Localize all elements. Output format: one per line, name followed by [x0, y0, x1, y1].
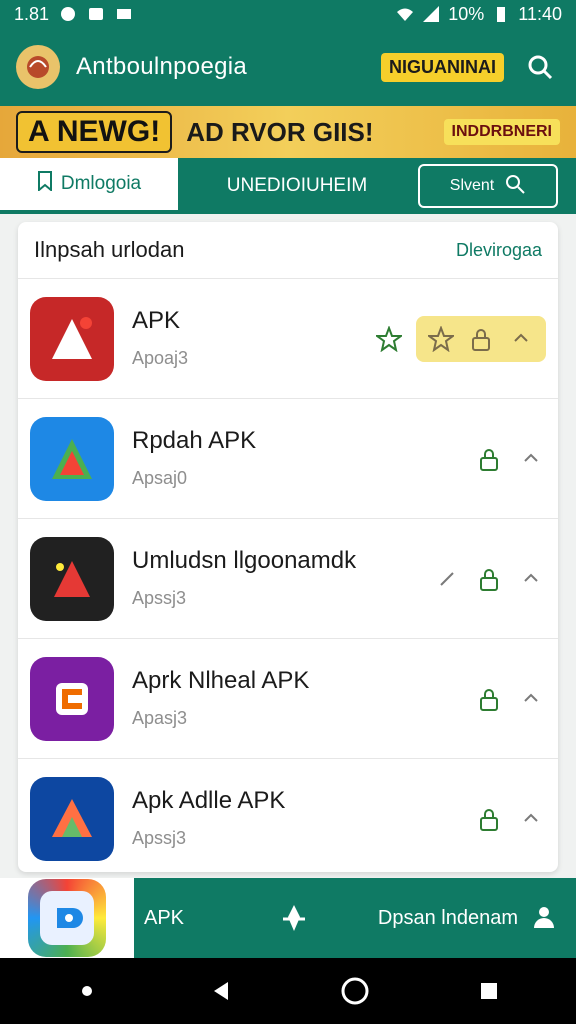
app-icon: [30, 776, 114, 861]
app-subtitle: Apoaj3: [132, 348, 189, 369]
app-name: Rpdah APK: [132, 426, 257, 454]
overview-icon[interactable]: [467, 969, 511, 1013]
lock-icon[interactable]: [474, 564, 504, 594]
chevron-up-icon[interactable]: [516, 804, 546, 834]
tab-secondary[interactable]: UNEDIOIUHEIM: [178, 158, 416, 214]
tab-secondary-label: UNEDIOIUHEIM: [226, 175, 368, 196]
app-subtitle: Apasj3: [132, 708, 188, 729]
bottom-app-tile[interactable]: [0, 878, 134, 958]
lock-icon[interactable]: [466, 324, 496, 354]
list-item[interactable]: Apk Adlle APK Apssj3: [18, 758, 558, 872]
section-action[interactable]: Dlevirogaa: [456, 240, 542, 261]
status-time: 11:40: [518, 3, 562, 24]
chevron-up-icon[interactable]: [516, 444, 546, 474]
nav-right: Dpsan lndenam: [378, 902, 558, 935]
status-left: 1.81: [14, 4, 133, 25]
bottom-navigation: APK Dpsan lndenam: [0, 878, 576, 958]
lock-icon[interactable]: [474, 684, 504, 714]
search-button[interactable]: [520, 47, 560, 87]
header-right: NIGUANINAI: [381, 47, 560, 87]
app-icon: [30, 536, 114, 621]
row-text: Rpdah APK Apsaj0: [132, 426, 462, 489]
header-promo[interactable]: NIGUANINAI: [381, 52, 504, 82]
row-actions: [474, 444, 546, 474]
app-title: Antboulnpoegia: [76, 53, 248, 80]
app-logo-icon[interactable]: [16, 45, 60, 89]
row-text: Aprk Nlheal APK Apasj3: [132, 666, 462, 729]
nav-apk-label[interactable]: APK: [144, 907, 234, 930]
row-text: Apk Adlle APK Apssj3: [132, 786, 462, 849]
lock-icon[interactable]: [474, 444, 504, 474]
app-name: APK: [132, 306, 181, 334]
tab-primary[interactable]: Dmlogoia: [0, 158, 178, 214]
tab-search-button[interactable]: Slvent: [418, 164, 558, 208]
ribbon-icon: [283, 905, 305, 931]
list-item[interactable]: Rpdah APK Apsaj0: [18, 398, 558, 518]
app-subtitle: Apssj3: [132, 828, 187, 849]
tab-primary-label: Dmlogoia: [60, 173, 142, 194]
bottom-app-icon: [28, 879, 106, 957]
row-text: Umludsn llgoonamdk Apssj3: [132, 546, 420, 609]
app-subtitle: Apssj3: [132, 588, 187, 609]
app-list: APK Apoaj3 Rpdah APK Apsaj0 Umludsn llgo…: [18, 278, 558, 872]
bookmark-icon: [37, 171, 53, 197]
banner-tag: A NEWG!: [16, 111, 173, 153]
tab-bar: Dmlogoia UNEDIOIUHEIM Slvent: [0, 158, 576, 214]
battery-icon: [492, 5, 510, 23]
shortcut-icon[interactable]: [432, 564, 462, 594]
star-icon[interactable]: [374, 324, 404, 354]
section-title: Ilnpsah urlodan: [34, 237, 185, 262]
app-icon: [30, 416, 114, 501]
row-text: APK Apoaj3: [132, 306, 362, 369]
status-left-text: 1.81: [14, 3, 50, 24]
app-header: Antboulnpoegia NIGUANINAI: [0, 28, 576, 106]
lock-icon[interactable]: [474, 804, 504, 834]
banner-headline: AD RVOR GIIS!: [186, 116, 374, 147]
chevron-up-icon[interactable]: [516, 564, 546, 594]
search-icon: [504, 173, 526, 200]
banner-sub: INDDRBNERI: [443, 119, 560, 145]
app-subtitle: Apsaj0: [132, 468, 188, 489]
chevron-up-icon[interactable]: [506, 324, 536, 354]
app-icon: [30, 656, 114, 741]
home-icon[interactable]: [333, 969, 377, 1013]
row-actions: [374, 315, 546, 362]
battery-percent: 10%: [448, 3, 485, 24]
nav-right-label[interactable]: Dpsan lndenam: [378, 907, 518, 930]
app-name: Apk Adlle APK: [132, 786, 286, 814]
status-right: 10% 11:40: [396, 4, 562, 25]
row-actions: [474, 804, 546, 834]
promo-banner[interactable]: A NEWG! AD RVOR GIIS! INDDRBNERI: [0, 106, 576, 158]
bottom-app-inner-icon: [40, 891, 94, 945]
wifi-icon: [396, 5, 414, 23]
list-item[interactable]: APK Apoaj3: [18, 278, 558, 398]
favorite-star-icon[interactable]: [426, 324, 456, 354]
chevron-up-icon[interactable]: [516, 684, 546, 714]
card-header: Ilnpsah urlodan Dlevirogaa: [18, 222, 558, 278]
app-list-card: Ilnpsah urlodan Dlevirogaa APK Apoaj3 Rp…: [18, 222, 558, 872]
row-actions: [474, 684, 546, 714]
search-icon: [528, 55, 553, 80]
recent-dot-icon[interactable]: [65, 969, 109, 1013]
tab-search-label: Slvent: [449, 177, 495, 194]
system-navigation: [0, 958, 576, 1024]
list-item[interactable]: Aprk Nlheal APK Apasj3: [18, 638, 558, 758]
back-icon[interactable]: [199, 969, 243, 1013]
app-icon: [30, 296, 114, 381]
app-name: Umludsn llgoonamdk: [132, 546, 357, 574]
app-notification-icon: [59, 5, 77, 23]
mail-notification-icon: [115, 5, 133, 23]
photo-notification-icon: [87, 5, 105, 23]
row-actions: [432, 564, 546, 594]
highlighted-actions: [416, 315, 546, 362]
app-name: Aprk Nlheal APK: [132, 666, 310, 694]
signal-icon: [422, 5, 440, 23]
content-area: Ilnpsah urlodan Dlevirogaa APK Apoaj3 Rp…: [0, 214, 576, 878]
status-bar: 1.81 10% 11:40: [0, 0, 576, 28]
nav-center-button[interactable]: [234, 901, 354, 935]
profile-icon[interactable]: [530, 902, 558, 935]
list-item[interactable]: Umludsn llgoonamdk Apssj3: [18, 518, 558, 638]
